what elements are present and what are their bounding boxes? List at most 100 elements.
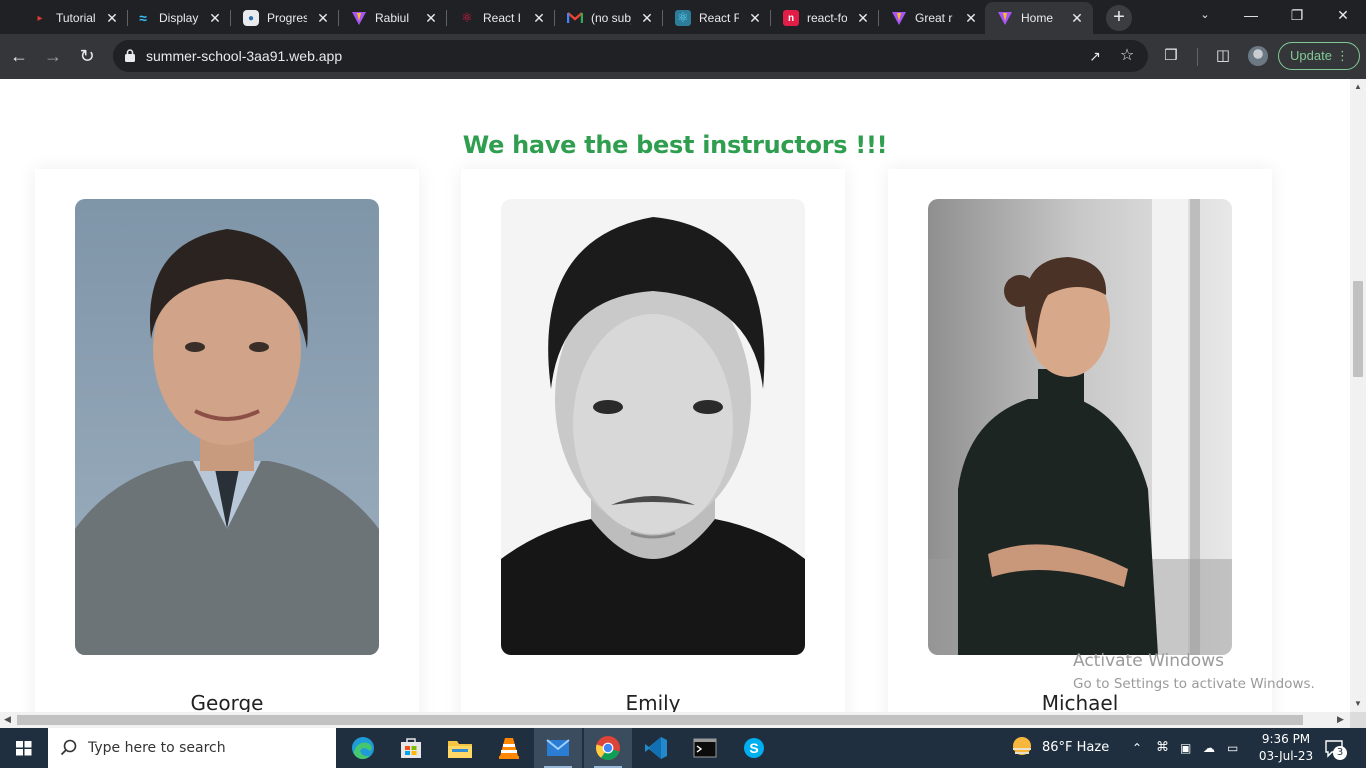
watermark-subtitle: Go to Settings to activate Windows.: [1073, 676, 1315, 692]
display-icon[interactable]: ▣: [1180, 728, 1191, 768]
start-button[interactable]: [0, 728, 48, 768]
tab-title: React F: [699, 11, 739, 25]
instructor-card[interactable]: Michael: [888, 169, 1272, 712]
watermark-title: Activate Windows: [1073, 651, 1224, 671]
battery-icon[interactable]: ▭: [1227, 728, 1238, 768]
react-icon: ⚛: [675, 10, 691, 26]
tab-search-chevron-icon[interactable]: ⌄: [1182, 0, 1228, 30]
tab-title: Home: [1021, 11, 1054, 25]
windows-logo-icon: [16, 741, 32, 756]
tab-display[interactable]: ≈ Display ✕: [123, 4, 231, 32]
vscode-app-icon[interactable]: [632, 728, 680, 768]
horizontal-scrollbar[interactable]: ◀ ▶: [0, 712, 1350, 728]
tab-progress[interactable]: ● Progress ✕: [231, 4, 339, 32]
page-viewport: We have the best instructors !!! George …: [0, 79, 1350, 712]
vite-icon: [997, 10, 1013, 26]
back-arrow-icon[interactable]: ←: [6, 43, 32, 69]
taskbar-search-box[interactable]: Type here to search: [48, 728, 336, 768]
close-icon[interactable]: ✕: [855, 10, 871, 27]
clock-date: 03-Jul-23: [1258, 749, 1314, 763]
close-icon[interactable]: ✕: [531, 10, 547, 27]
tailwind-icon: ≈: [139, 10, 147, 26]
edge-app-icon[interactable]: [339, 728, 387, 768]
instructor-name: Michael: [1041, 691, 1119, 712]
instructor-photo: [928, 199, 1232, 655]
tab-title: Great r: [915, 11, 953, 25]
vertical-scroll-thumb[interactable]: [1353, 281, 1363, 377]
taskbar-clock[interactable]: 9:36 PM 03-Jul-23: [1258, 731, 1314, 765]
close-icon[interactable]: ✕: [1069, 10, 1085, 27]
scroll-left-arrow-icon[interactable]: ◀: [4, 714, 11, 725]
file-explorer-icon[interactable]: [436, 728, 484, 768]
toolbar-divider: [1197, 48, 1198, 66]
npm-icon: n: [783, 10, 799, 26]
clock-time: 9:36 PM: [1261, 732, 1311, 746]
tab-tutorials[interactable]: ▸ Tutorials ✕: [20, 4, 128, 32]
tab-title: react-fo: [807, 11, 847, 25]
tab-react-f[interactable]: ⚛ React F ✕: [663, 4, 771, 32]
close-icon[interactable]: ✕: [747, 10, 763, 27]
weather-icon[interactable]: [1010, 728, 1034, 768]
scroll-up-arrow-icon[interactable]: ▲: [1354, 82, 1362, 91]
tab-title: Progress: [267, 11, 307, 25]
play-icon: ▸: [37, 12, 43, 24]
instructor-card[interactable]: Emily: [461, 169, 845, 712]
address-bar[interactable]: summer-school-3aa91.web.app ↗ ☆: [113, 40, 1148, 72]
show-hidden-icons-chevron-icon[interactable]: ⌃: [1132, 728, 1142, 768]
section-heading: We have the best instructors !!!: [462, 131, 888, 159]
weather-text[interactable]: 86°F Haze: [1042, 728, 1109, 768]
tab-great[interactable]: Great r ✕: [879, 4, 987, 32]
notification-badge: 3: [1333, 746, 1347, 760]
store-app-icon[interactable]: [387, 728, 435, 768]
close-icon[interactable]: ✕: [207, 10, 223, 27]
close-icon[interactable]: ✕: [963, 10, 979, 27]
update-button[interactable]: Update ⋮: [1278, 42, 1360, 70]
gmail-icon: [567, 10, 583, 26]
tab-title: (no subject): [591, 11, 631, 25]
chrome-app-icon[interactable]: [584, 728, 632, 768]
network-icon[interactable]: ⌘: [1156, 728, 1169, 768]
scrollbar-corner: [1350, 712, 1366, 728]
extensions-puzzle-icon[interactable]: ❒: [1159, 44, 1183, 68]
tab-title: Tutorials: [56, 11, 96, 25]
activate-windows-watermark: Activate Windows Go to Settings to activ…: [1073, 651, 1315, 692]
tab-strip: ▸ Tutorials ✕ ≈ Display ✕ ● Progress ✕ R…: [0, 0, 1366, 34]
tab-react-i[interactable]: ⚛ React I ✕: [447, 4, 555, 32]
vertical-scrollbar[interactable]: ▲ ▼: [1350, 79, 1366, 712]
close-icon[interactable]: ✕: [639, 10, 655, 27]
scroll-down-arrow-icon[interactable]: ▼: [1354, 699, 1362, 708]
scroll-right-arrow-icon[interactable]: ▶: [1337, 714, 1344, 725]
close-icon[interactable]: ✕: [315, 10, 331, 27]
profile-avatar[interactable]: [1248, 46, 1268, 66]
url-text: summer-school-3aa91.web.app: [146, 48, 343, 64]
bookmark-star-icon[interactable]: ☆: [1117, 46, 1137, 66]
minimize-button[interactable]: —: [1228, 0, 1274, 30]
close-icon[interactable]: ✕: [423, 10, 439, 27]
vlc-app-icon[interactable]: [485, 728, 533, 768]
restore-button[interactable]: ❐: [1274, 0, 1320, 30]
instructor-card[interactable]: George: [35, 169, 419, 712]
new-tab-button[interactable]: +: [1106, 5, 1132, 31]
windows-taskbar: Type here to search S 86°F Haze ⌃ ⌘ ▣ ☁ …: [0, 728, 1366, 768]
forward-arrow-icon[interactable]: →: [40, 43, 66, 69]
notification-center-icon[interactable]: 3: [1324, 738, 1347, 760]
share-icon[interactable]: ↗: [1085, 46, 1105, 66]
terminal-app-icon[interactable]: [681, 728, 729, 768]
svg-text:S: S: [749, 740, 758, 756]
onedrive-cloud-icon[interactable]: ☁: [1203, 728, 1215, 768]
reload-icon[interactable]: ↻: [74, 43, 100, 69]
tab-gmail[interactable]: (no subject) ✕: [555, 4, 663, 32]
instructor-photo: [75, 199, 379, 655]
skype-app-icon[interactable]: S: [730, 728, 778, 768]
side-panel-icon[interactable]: ◫: [1211, 44, 1235, 68]
mail-app-icon[interactable]: [534, 728, 582, 768]
tab-home[interactable]: Home ✕: [985, 2, 1093, 34]
progress-app-icon: ●: [243, 10, 259, 26]
instructor-name: Emily: [625, 691, 681, 712]
close-icon[interactable]: ✕: [104, 10, 120, 27]
tab-react-fo[interactable]: n react-fo ✕: [771, 4, 879, 32]
tab-rabiul[interactable]: Rabiul ✕: [339, 4, 447, 32]
instructor-photo: [501, 199, 805, 655]
horizontal-scroll-thumb[interactable]: [17, 715, 1303, 725]
close-window-button[interactable]: ✕: [1320, 0, 1366, 30]
